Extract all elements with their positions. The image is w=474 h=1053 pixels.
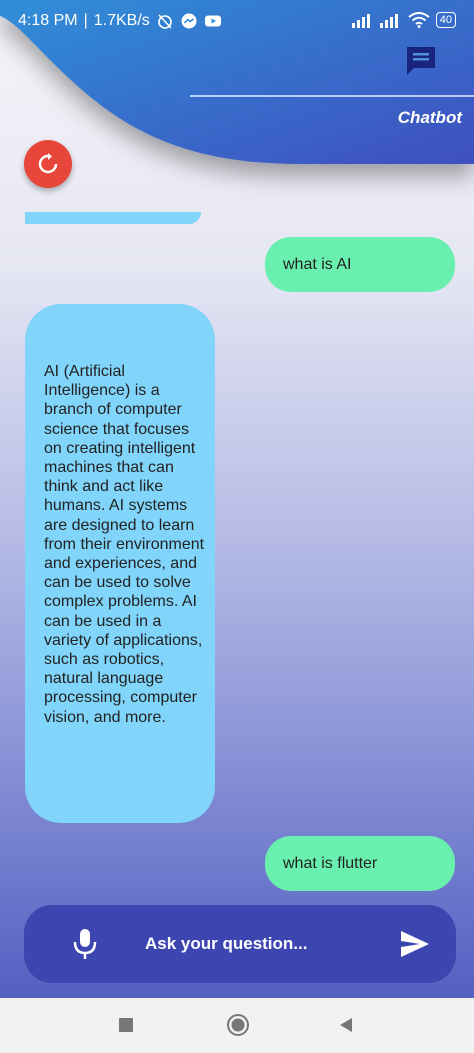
question-input[interactable]: Ask your question... xyxy=(145,934,307,954)
user-message-text: what is AI xyxy=(283,255,352,273)
messenger-icon xyxy=(181,13,197,29)
wifi-icon xyxy=(408,12,430,28)
youtube-icon xyxy=(204,15,221,27)
mic-icon[interactable] xyxy=(72,928,98,960)
status-right: 40 xyxy=(351,12,456,28)
signal-icon-2 xyxy=(379,14,398,28)
bot-message-text: AI (Artificial Intelligence) is a branch… xyxy=(44,363,205,726)
chat-icon[interactable] xyxy=(404,44,438,78)
signal-icon xyxy=(351,14,370,28)
status-bar: 4:18 PM | 1.7KB/s 40 xyxy=(0,0,474,44)
nav-circle-icon[interactable] xyxy=(226,1013,250,1037)
user-message-bubble-2: what is flutter xyxy=(265,836,455,891)
refresh-button[interactable] xyxy=(24,140,72,188)
nav-square-icon[interactable] xyxy=(118,1017,134,1033)
header-title: Chatbot xyxy=(397,108,462,127)
user-message-text-2: what is flutter xyxy=(283,854,378,872)
user-message-bubble: what is AI xyxy=(265,237,455,292)
refresh-icon xyxy=(38,153,58,174)
battery-indicator: 40 xyxy=(435,12,456,28)
status-time: 4:18 PM xyxy=(18,12,78,29)
system-nav-bar xyxy=(0,998,474,1053)
send-icon[interactable] xyxy=(400,930,430,958)
alarm-off-icon xyxy=(157,14,172,29)
status-separator: | xyxy=(83,12,88,29)
nav-back-icon[interactable] xyxy=(337,1016,355,1034)
status-speed: 1.7KB/s xyxy=(93,12,150,29)
status-left: 4:18 PM | 1.7KB/s xyxy=(18,12,222,30)
bot-message-bubble: AI (Artificial Intelligence) is a branch… xyxy=(25,304,215,823)
